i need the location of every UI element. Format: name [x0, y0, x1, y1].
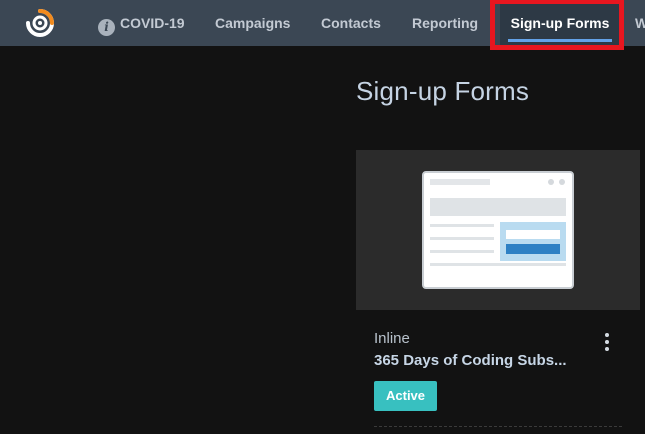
constant-contact-logo-icon[interactable]	[23, 6, 57, 40]
page-title: Sign-up Forms	[356, 76, 530, 106]
card-divider	[374, 426, 622, 427]
kebab-dot	[605, 347, 609, 351]
kebab-dot	[605, 340, 609, 344]
kebab-dot	[605, 333, 609, 337]
form-preview[interactable]	[356, 150, 640, 310]
status-badge: Active	[374, 381, 438, 411]
signup-form-card[interactable]: Inline 365 Days of Coding Subs... Active	[356, 150, 640, 434]
nav-item-campaigns[interactable]: Campaigns	[215, 0, 290, 46]
inline-form-preview-icon	[422, 171, 574, 289]
nav-item-reporting[interactable]: Reporting	[412, 0, 478, 46]
highlight-box	[490, 0, 624, 50]
nav-item-contacts[interactable]: Contacts	[321, 0, 381, 46]
info-icon: i	[98, 19, 115, 36]
nav-item-covid-19[interactable]: i COVID-19	[98, 0, 185, 46]
form-name-link[interactable]: 365 Days of Coding Subs...	[374, 352, 594, 369]
nav-item-more[interactable]: W	[635, 0, 645, 46]
form-type-label: Inline	[374, 330, 410, 347]
nav-item-covid-19-label: COVID-19	[120, 15, 185, 31]
kebab-menu-icon[interactable]	[600, 330, 614, 354]
